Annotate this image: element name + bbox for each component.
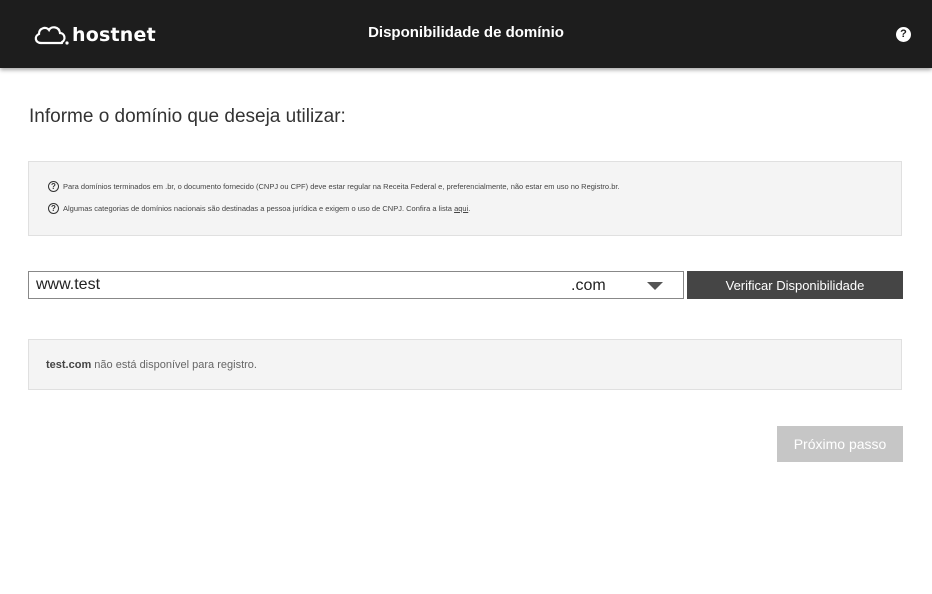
info-line-2: ? Algumas categorias de domínios naciona… bbox=[48, 203, 470, 214]
top-header-bar: hostnet Disponibilidade de domínio ? bbox=[0, 0, 932, 68]
info-line-1: ? Para domínios terminados em .br, o doc… bbox=[48, 181, 620, 192]
info-box: ? Para domínios terminados em .br, o doc… bbox=[28, 161, 902, 236]
availability-result-box: test.com não está disponível para regist… bbox=[28, 339, 902, 390]
info-text-2: Algumas categorias de domínios nacionais… bbox=[63, 204, 471, 213]
availability-result-message: test.com não está disponível para regist… bbox=[46, 359, 257, 371]
question-circle-icon: ? bbox=[48, 181, 59, 192]
question-circle-icon: ? bbox=[48, 203, 59, 214]
categories-list-link[interactable]: aqui bbox=[454, 204, 468, 213]
verify-availability-button[interactable]: Verificar Disponibilidade bbox=[687, 271, 903, 299]
next-step-button[interactable]: Próximo passo bbox=[777, 426, 903, 462]
tld-dropdown[interactable]: .com bbox=[569, 272, 684, 298]
page-title: Disponibilidade de domínio bbox=[368, 24, 564, 41]
question-circle-icon: ? bbox=[900, 28, 907, 40]
help-button[interactable]: ? bbox=[896, 27, 911, 42]
domain-prompt: Informe o domínio que deseja utilizar: bbox=[29, 106, 346, 127]
info-text-1: Para domínios terminados em .br, o docum… bbox=[63, 182, 620, 191]
tld-selected-value: .com bbox=[571, 277, 606, 294]
result-message: não está disponível para registro. bbox=[91, 359, 257, 371]
domain-input[interactable] bbox=[36, 275, 556, 295]
result-domain: test.com bbox=[46, 359, 92, 371]
domain-field: .com bbox=[28, 271, 684, 299]
caret-down-icon bbox=[647, 282, 663, 290]
